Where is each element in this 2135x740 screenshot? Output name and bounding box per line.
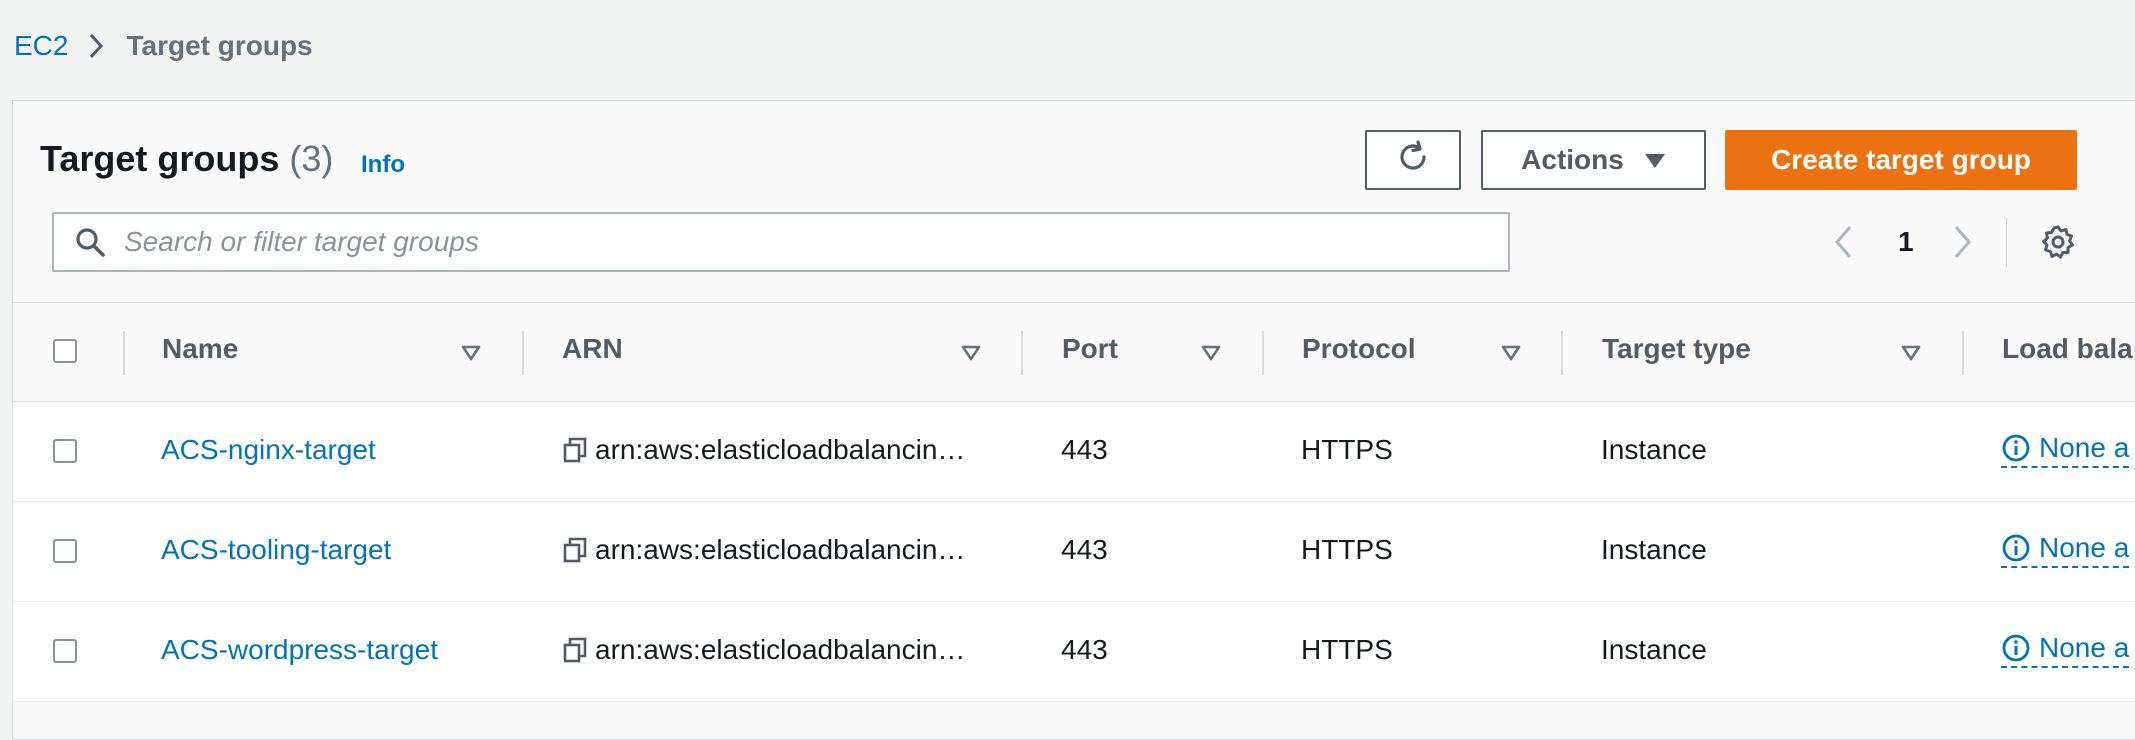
column-divider [1962,331,1964,375]
port-cell: 443 [1061,634,1108,665]
target-type-cell: Instance [1601,634,1707,665]
info-link[interactable]: Info [361,151,405,179]
search-box[interactable] [52,212,1510,272]
refresh-icon [1395,139,1431,182]
sort-triangle-icon[interactable] [961,345,981,366]
actions-label: Actions [1521,144,1624,175]
table-header: Name ARN Port Protocol Target type Load … [13,303,2135,402]
table-row[interactable]: ACS-nginx-target arn:aws:elasticloadbala… [13,402,2135,502]
copy-icon[interactable] [563,537,587,563]
column-header-arn[interactable]: ARN [562,333,623,365]
info-circle-icon [2002,434,2030,462]
chevron-right-icon [88,32,104,60]
column-header-name[interactable]: Name [162,333,238,365]
target-type-cell: Instance [1601,534,1707,565]
target-group-name-link[interactable]: ACS-nginx-target [161,434,376,466]
protocol-cell: HTTPS [1301,534,1393,565]
caret-down-icon [1644,144,1666,176]
port-cell: 443 [1061,434,1108,465]
search-input[interactable] [122,225,1426,259]
protocol-cell: HTTPS [1301,634,1393,665]
protocol-cell: HTTPS [1301,434,1393,465]
divider [2006,218,2007,268]
current-page[interactable]: 1 [1898,226,1914,258]
target-type-cell: Instance [1601,434,1707,465]
copy-icon[interactable] [563,437,587,463]
row-checkbox[interactable] [53,539,77,563]
select-all-checkbox[interactable] [53,339,77,363]
arn-cell: arn:aws:elasticloadbalancin… [563,534,965,566]
port-cell: 443 [1061,534,1108,565]
load-balancer-cell[interactable]: None a [2001,432,2130,468]
load-balancer-cell[interactable]: None a [2001,632,2130,668]
column-divider [1262,331,1264,375]
target-group-name-link[interactable]: ACS-wordpress-target [161,634,438,666]
breadcrumb-ec2-link[interactable]: EC2 [14,30,68,62]
sort-triangle-icon[interactable] [1201,345,1221,366]
actions-button[interactable]: Actions [1481,130,1706,190]
row-checkbox[interactable] [53,639,77,663]
sort-triangle-icon[interactable] [1501,345,1521,366]
column-divider [123,331,125,375]
column-divider [1561,331,1563,375]
target-group-name-link[interactable]: ACS-tooling-target [161,534,391,566]
row-checkbox[interactable] [53,439,77,463]
arn-cell: arn:aws:elasticloadbalancin… [563,434,965,466]
arn-value: arn:aws:elasticloadbalancin… [595,534,966,565]
column-divider [522,331,524,375]
page-title: Target groups (3) [40,138,333,180]
sort-triangle-icon[interactable] [461,345,481,366]
load-balancer-cell[interactable]: None a [2001,532,2130,568]
item-count: (3) [289,138,334,179]
info-circle-icon [2002,534,2030,562]
create-target-group-button[interactable]: Create target group [1725,130,2077,190]
copy-icon[interactable] [563,637,587,663]
load-balancer-value: None a [2039,432,2130,463]
column-header-protocol[interactable]: Protocol [1302,333,1416,365]
breadcrumb-current: Target groups [126,30,313,61]
breadcrumb: EC2 Target groups [14,26,313,66]
refresh-button[interactable] [1365,130,1461,190]
target-groups-table: Name ARN Port Protocol Target type Load … [13,302,2135,703]
load-balancer-value: None a [2039,632,2130,663]
arn-cell: arn:aws:elasticloadbalancin… [563,634,965,666]
load-balancer-value: None a [2039,532,2130,563]
info-circle-icon [2002,634,2030,662]
table-row[interactable]: ACS-wordpress-target arn:aws:elasticload… [13,602,2135,702]
column-header-load-balancer[interactable]: Load bala [2002,333,2133,365]
search-icon [74,226,106,258]
sort-triangle-icon[interactable] [1901,345,1921,366]
arn-value: arn:aws:elasticloadbalancin… [595,634,966,665]
column-divider [1021,331,1023,375]
table-row[interactable]: ACS-tooling-target arn:aws:elasticloadba… [13,502,2135,602]
page-title-text: Target groups [40,138,280,179]
arn-value: arn:aws:elasticloadbalancin… [595,434,966,465]
column-header-target-type[interactable]: Target type [1602,333,1751,365]
next-page-button[interactable] [1952,224,1974,265]
gear-icon[interactable] [2040,224,2076,265]
prev-page-button[interactable] [1832,224,1854,265]
column-header-port[interactable]: Port [1062,333,1118,365]
